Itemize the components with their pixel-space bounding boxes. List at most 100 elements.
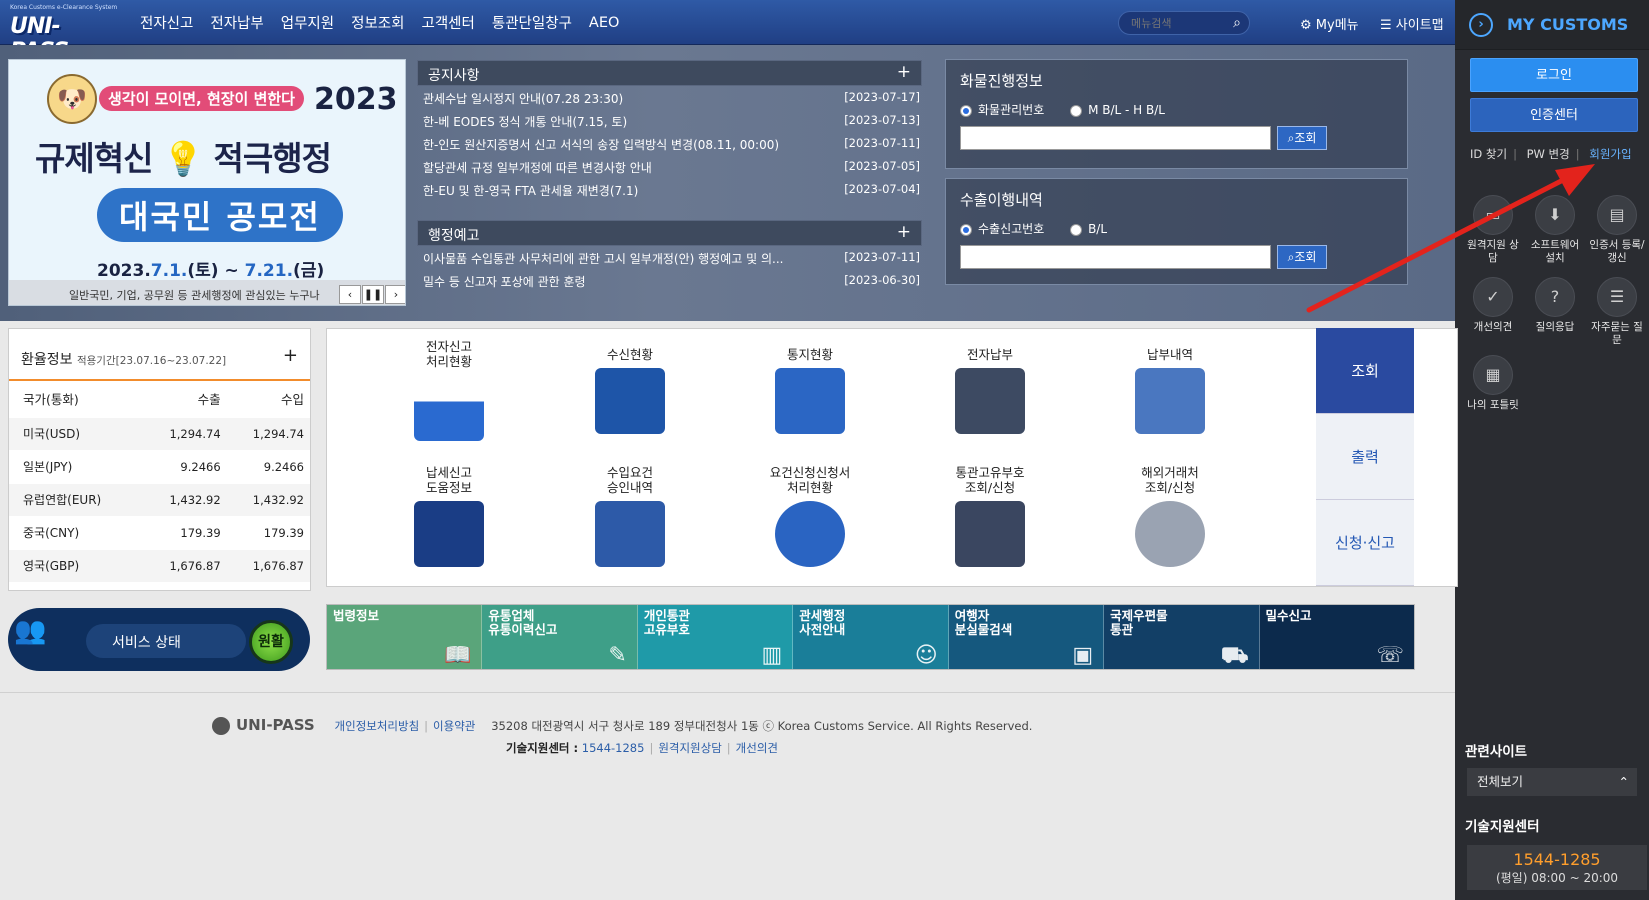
radio-cargo-number[interactable]: [960, 104, 972, 117]
tile-lost-items[interactable]: 여행자 분실물검색 ▣: [948, 605, 1105, 669]
quick-remote-support[interactable]: ▭ 원격지원 상담: [1463, 195, 1523, 265]
footer-remote-link[interactable]: 원격지원상담: [658, 741, 721, 755]
cargo-number-input[interactable]: [960, 126, 1271, 150]
prenotice-item[interactable]: 밀수 등 신고자 포상에 관한 훈령 [2023-06-30]: [423, 273, 922, 296]
export-search-button[interactable]: ⌕조회: [1277, 245, 1327, 269]
notice-item[interactable]: 한-EU 및 한-영국 FTA 관세율 재변경(7.1) [2023-07-04]: [423, 182, 922, 205]
nav-item-e-declaration[interactable]: 전자신고: [140, 12, 193, 33]
promo-banner[interactable]: 🐶 생각이 모이면, 현장이 변한다 2023 규제혁신 💡 적극행정 대국민 …: [8, 59, 406, 306]
quick-qna[interactable]: ? 질의응답: [1525, 277, 1585, 334]
tile-personal-code[interactable]: 개인통관 고유부호 ▥: [637, 605, 794, 669]
radio-mbl-hbl[interactable]: [1070, 104, 1083, 117]
quick-faq[interactable]: ☰ 자주묻는 질문: [1587, 277, 1647, 347]
service-customs-code[interactable]: 통관고유부호 조회/신청: [930, 465, 1050, 567]
nav-item-aeo[interactable]: AEO: [589, 15, 620, 31]
nav-item-single-window[interactable]: 통관단일창구: [492, 12, 572, 33]
quick-certificate[interactable]: ▤ 인증서 등록/갱신: [1587, 195, 1647, 265]
nav-item-e-payment[interactable]: 전자납부: [210, 12, 263, 33]
account-links: ID 찾기 | PW 변경 | 회원가입: [1470, 147, 1632, 161]
quick-opinion[interactable]: ✓ 개선의견: [1463, 277, 1523, 334]
prev-arrow-icon[interactable]: ‹: [339, 285, 361, 304]
service-notice-status[interactable]: 통지현황: [750, 347, 870, 434]
service-tax-help[interactable]: 납세신고 도움정보: [389, 465, 509, 567]
bar-chart-icon: [414, 375, 484, 441]
tile-intl-mail[interactable]: 국제우편물 통관 ⛟: [1104, 605, 1260, 669]
my-menu-label: My메뉴: [1315, 18, 1359, 33]
service-payment-history[interactable]: 납부내역: [1110, 347, 1230, 434]
service-receipt-status[interactable]: 수신현황: [570, 347, 690, 434]
terms-link[interactable]: 이용약관: [433, 719, 475, 733]
promo-date: 2023.7.1.(토) ~ 7.21.(금): [97, 261, 325, 281]
cert-center-button[interactable]: 인증센터: [1470, 98, 1638, 132]
service-overseas-partner[interactable]: 해외거래처 조회/신청: [1110, 465, 1230, 567]
sitemap-button[interactable]: ☰ 사이트맵: [1380, 14, 1444, 33]
plus-icon[interactable]: +: [283, 345, 298, 366]
help-book-icon: [414, 501, 484, 567]
my-menu-button[interactable]: ⚙ My메뉴: [1300, 14, 1359, 33]
prenotice-item[interactable]: 이사물품 수입통관 사무처리에 관한 고시 일부개정(안) 행정예고 및 의..…: [423, 250, 922, 273]
service-status-indicator: 원활: [249, 620, 293, 664]
related-sites-select[interactable]: 전체보기 ⌃: [1467, 768, 1637, 796]
exchange-rate-period: 적용기간[23.07.16~23.07.22]: [76, 355, 227, 367]
tab-apply[interactable]: 신청·신고: [1316, 500, 1414, 586]
export-options: 수출신고번호 B/L: [960, 220, 1393, 237]
notice-item[interactable]: 한-인도 원산지증명서 신고 서식의 송장 입력방식 변경(08.11, 00:…: [423, 136, 922, 159]
uni-pass-logo-icon: [212, 716, 230, 735]
prenotice-panel: 행정예고 + 이사물품 수입통관 사무처리에 관한 고시 일부개정(안) 행정예고…: [417, 220, 922, 296]
nav-item-customer-center[interactable]: 고객센터: [422, 12, 475, 33]
certificate-icon: ▤: [1597, 195, 1637, 235]
quick-label: 개선의견: [1473, 321, 1513, 333]
box-icon: ⬇: [1535, 195, 1575, 235]
tile-smuggling-report[interactable]: 밀수신고 ☏: [1259, 605, 1414, 669]
top-navigation-bar: Korea Customs e-Clearance System UNI-PAS…: [0, 0, 1455, 64]
plus-icon[interactable]: +: [897, 222, 911, 242]
tech-support-phone: 1544-1285: [1513, 850, 1601, 869]
percent-doc-icon: [775, 501, 845, 567]
nav-item-info-inquiry[interactable]: 정보조회: [351, 12, 404, 33]
nav-item-work-support[interactable]: 업무지원: [281, 12, 334, 33]
tile-distribution[interactable]: 유통업체 유통이력신고 ✎: [482, 605, 638, 669]
payment-terminal-icon: [955, 368, 1025, 434]
main-nav: 전자신고 전자납부 업무지원 정보조회 고객센터 통관단일창구 AEO: [140, 0, 636, 45]
gear-icon: ⚙: [1300, 18, 1312, 33]
quick-portlet[interactable]: ▦ 나의 포틀릿: [1463, 355, 1523, 412]
tab-print[interactable]: 출력: [1316, 414, 1414, 500]
barcode-person-icon: [955, 501, 1025, 567]
service-import-approval[interactable]: 수입요건 승인내역: [570, 465, 690, 567]
service-requirement-status[interactable]: 요건신청신청서 처리현황: [750, 465, 870, 567]
join-link[interactable]: 회원가입: [1589, 147, 1631, 161]
export-number-input[interactable]: [960, 245, 1271, 269]
radio-export-number[interactable]: [960, 223, 972, 236]
notice-item[interactable]: 할당관세 규정 일부개정에 따른 변경사항 안내 [2023-07-05]: [423, 159, 922, 182]
service-e-payment[interactable]: 전자납부: [930, 347, 1050, 434]
tile-pre-guide[interactable]: 관세행정 사전안내 ☺: [793, 605, 949, 669]
service-status-label: 서비스 상태: [86, 624, 246, 658]
cart-icon: ⛟: [1220, 643, 1249, 668]
uni-pass-logo[interactable]: Korea Customs e-Clearance System UNI-PAS…: [8, 4, 117, 64]
pw-change-link[interactable]: PW 변경: [1527, 147, 1570, 161]
footer-opinion-link[interactable]: 개선의견: [736, 741, 778, 755]
mascot-dog-icon: 🐶: [47, 74, 97, 124]
book-icon: 📖: [444, 643, 472, 668]
my-customs-header[interactable]: › MY CUSTOMS: [1455, 0, 1649, 50]
search-icon[interactable]: ⌕: [1233, 15, 1241, 31]
plus-icon[interactable]: +: [897, 62, 911, 82]
banner-area: 🐶 생각이 모이면, 현장이 변한다 2023 규제혁신 💡 적극행정 대국민 …: [0, 45, 1455, 321]
login-button[interactable]: 로그인: [1470, 58, 1638, 92]
next-arrow-icon[interactable]: ›: [385, 285, 405, 304]
pause-icon[interactable]: ❚❚: [362, 285, 384, 304]
tab-inquiry[interactable]: 조회: [1316, 328, 1414, 414]
id-find-link[interactable]: ID 찾기: [1470, 147, 1507, 161]
radio-bl[interactable]: [1070, 223, 1083, 236]
cargo-search-button[interactable]: ⌕조회: [1277, 126, 1327, 150]
receipt-icon: [1135, 368, 1205, 434]
service-ed-status[interactable]: 전자신고 처리현황: [389, 339, 509, 441]
footer-address: 35208 대전광역시 서구 청사로 189 정부대전청사 1동 ⓒ Korea…: [491, 719, 1033, 733]
menu-search-input[interactable]: [1119, 12, 1219, 34]
privacy-link[interactable]: 개인정보처리방침: [335, 719, 420, 733]
notice-item[interactable]: 한-베 EODES 정식 개통 안내(7.15, 토) [2023-07-13]: [423, 113, 922, 136]
quick-software-install[interactable]: ⬇ 소프트웨어 설치: [1525, 195, 1585, 265]
service-status: 👥 서비스 상태 원활: [8, 608, 310, 671]
notice-item[interactable]: 관세수납 일시정지 안내(07.28 23:30) [2023-07-17]: [423, 90, 922, 113]
tile-law-info[interactable]: 법령정보 📖: [327, 605, 483, 669]
